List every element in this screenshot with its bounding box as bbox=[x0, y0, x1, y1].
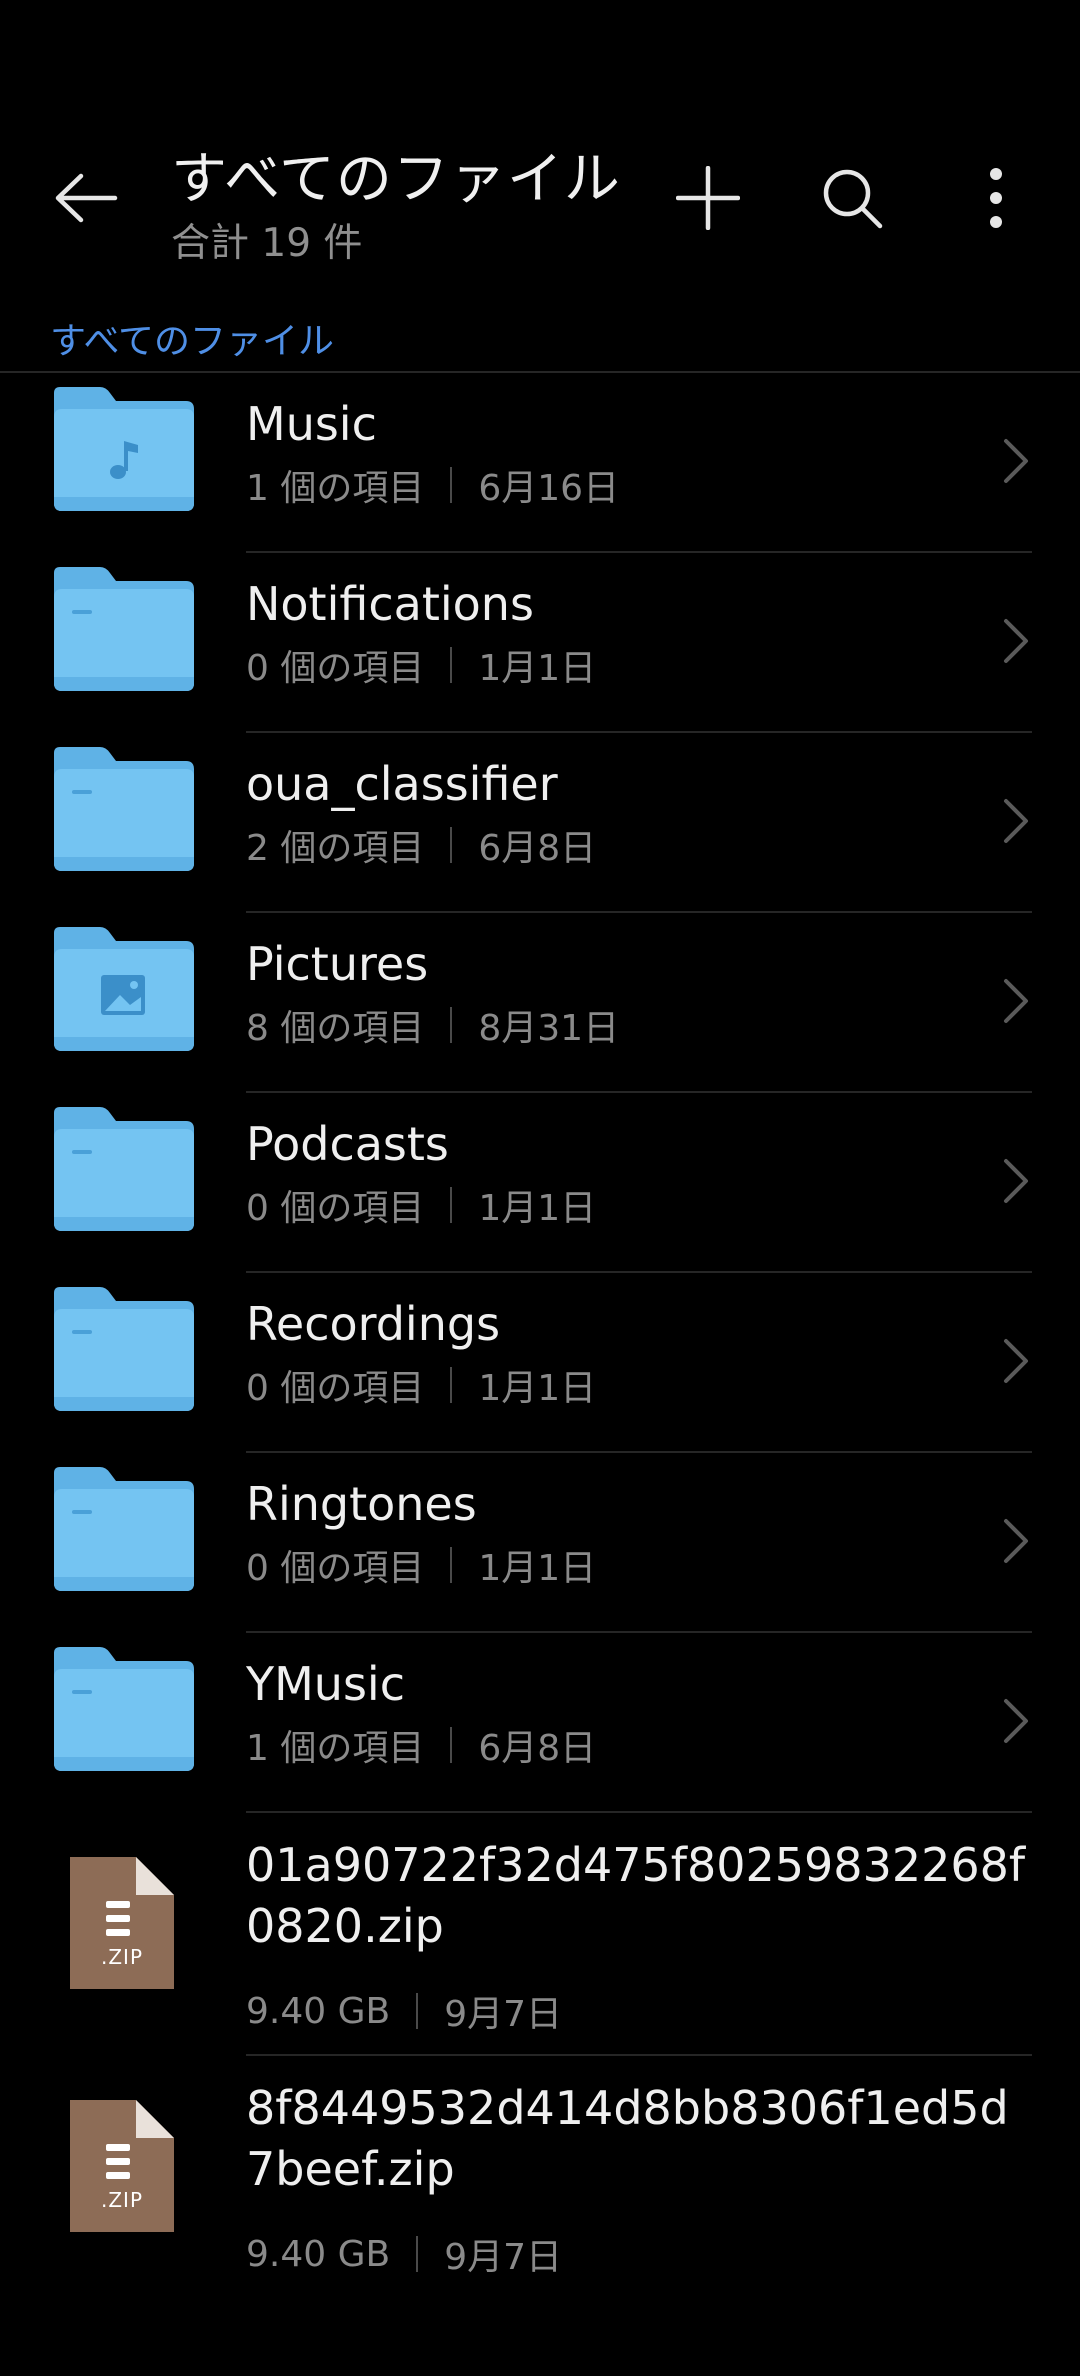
meta-separator bbox=[416, 1993, 419, 2029]
add-button[interactable] bbox=[660, 150, 756, 246]
modified-date: 1月1日 bbox=[478, 648, 597, 689]
item-name: Ringtones bbox=[246, 1477, 477, 1531]
item-name: 01a90722f32d475f80259832268f0820.zip bbox=[246, 1838, 1026, 1953]
app-header: すべてのファイル 合計 19 件 bbox=[0, 0, 1080, 300]
chevron-right-icon bbox=[996, 1153, 1036, 1209]
breadcrumb[interactable]: すべてのファイル bbox=[50, 312, 334, 364]
file-size: 9.40 GB bbox=[246, 1990, 391, 2032]
item-name: Pictures bbox=[246, 937, 429, 991]
folder-icon bbox=[48, 1285, 198, 1415]
item-meta: 1 個の項目 6月8日 bbox=[246, 1719, 596, 1771]
more-vertical-icon bbox=[990, 168, 1002, 228]
item-meta: 2 個の項目 6月8日 bbox=[246, 819, 596, 871]
item-count: 1 個の項目 bbox=[246, 468, 425, 509]
page-title: すべてのファイル bbox=[171, 147, 621, 212]
folder-row[interactable]: Recordings 0 個の項目 1月1日 bbox=[0, 1273, 1080, 1453]
item-count: 0 個の項目 bbox=[246, 1188, 425, 1229]
folder-row[interactable]: Ringtones 0 個の項目 1月1日 bbox=[0, 1453, 1080, 1633]
back-button[interactable] bbox=[38, 150, 134, 246]
folder-row[interactable]: Music 1 個の項目 6月16日 bbox=[0, 373, 1080, 553]
file-row[interactable]: .ZIP 01a90722f32d475f80259832268f0820.zip… bbox=[0, 1813, 1080, 2056]
chevron-right-icon bbox=[996, 793, 1036, 849]
modified-date: 8月31日 bbox=[478, 1008, 620, 1049]
zip-file-icon: .ZIP bbox=[66, 2096, 178, 2236]
item-name: YMusic bbox=[246, 1657, 405, 1711]
chevron-right-icon bbox=[996, 973, 1036, 1029]
item-total-count: 合計 19 件 bbox=[171, 221, 363, 266]
modified-date: 9月7日 bbox=[444, 2237, 563, 2278]
item-name: Podcasts bbox=[246, 1117, 449, 1171]
item-meta: 1 個の項目 6月16日 bbox=[246, 459, 619, 511]
item-meta: 9.40 GB 9月7日 bbox=[246, 2228, 562, 2280]
meta-separator bbox=[450, 1727, 453, 1763]
pictures-folder-icon bbox=[48, 925, 198, 1055]
meta-separator bbox=[450, 1367, 453, 1403]
item-meta: 8 個の項目 8月31日 bbox=[246, 999, 619, 1051]
meta-separator bbox=[416, 2236, 419, 2272]
modified-date: 9月7日 bbox=[444, 1994, 563, 2035]
file-row[interactable]: .ZIP 8f8449532d414d8bb8306f1ed5d7beef.zip… bbox=[0, 2056, 1080, 2299]
more-options-button[interactable] bbox=[948, 150, 1044, 246]
folder-icon bbox=[48, 565, 198, 695]
chevron-right-icon bbox=[996, 1333, 1036, 1389]
meta-separator bbox=[450, 647, 453, 683]
modified-date: 1月1日 bbox=[478, 1188, 597, 1229]
item-meta: 0 個の項目 1月1日 bbox=[246, 1359, 596, 1411]
chevron-right-icon bbox=[996, 433, 1036, 489]
item-count: 0 個の項目 bbox=[246, 648, 425, 689]
modified-date: 1月1日 bbox=[478, 1368, 597, 1409]
search-icon bbox=[823, 169, 883, 229]
modified-date: 6月8日 bbox=[478, 1728, 597, 1769]
item-meta: 0 個の項目 1月1日 bbox=[246, 1179, 596, 1231]
modified-date: 6月16日 bbox=[478, 468, 620, 509]
folder-row[interactable]: Notifications 0 個の項目 1月1日 bbox=[0, 553, 1080, 733]
meta-separator bbox=[450, 827, 453, 863]
item-name: Notifications bbox=[246, 577, 534, 631]
file-list: Music 1 個の項目 6月16日 Notifications 0 個の項目 1月1日 o… bbox=[0, 373, 1080, 2299]
folder-icon bbox=[48, 1465, 198, 1595]
zip-file-icon: .ZIP bbox=[66, 1853, 178, 1993]
folder-row[interactable]: Podcasts 0 個の項目 1月1日 bbox=[0, 1093, 1080, 1273]
item-meta: 0 個の項目 1月1日 bbox=[246, 1539, 596, 1591]
modified-date: 1月1日 bbox=[478, 1548, 597, 1589]
item-count: 0 個の項目 bbox=[246, 1548, 425, 1589]
file-size: 9.40 GB bbox=[246, 2233, 391, 2275]
chevron-right-icon bbox=[996, 1693, 1036, 1749]
modified-date: 6月8日 bbox=[478, 828, 597, 869]
item-count: 2 個の項目 bbox=[246, 828, 425, 869]
item-name: Recordings bbox=[246, 1297, 501, 1351]
item-meta: 9.40 GB 9月7日 bbox=[246, 1985, 562, 2037]
zip-icon-label: .ZIP bbox=[100, 2188, 144, 2212]
folder-row[interactable]: Pictures 8 個の項目 8月31日 bbox=[0, 913, 1080, 1093]
chevron-right-icon bbox=[996, 613, 1036, 669]
meta-separator bbox=[450, 467, 453, 503]
item-meta: 0 個の項目 1月1日 bbox=[246, 639, 596, 691]
item-name: oua_classifier bbox=[246, 757, 558, 811]
folder-icon bbox=[48, 1105, 198, 1235]
folder-icon bbox=[48, 1645, 198, 1775]
item-name: Music bbox=[246, 397, 377, 451]
arrow-left-icon bbox=[55, 173, 118, 223]
search-button[interactable] bbox=[804, 150, 900, 246]
folder-icon bbox=[48, 745, 198, 875]
music-folder-icon bbox=[48, 385, 198, 515]
item-count: 8 個の項目 bbox=[246, 1008, 425, 1049]
folder-row[interactable]: YMusic 1 個の項目 6月8日 bbox=[0, 1633, 1080, 1813]
meta-separator bbox=[450, 1187, 453, 1223]
item-count: 0 個の項目 bbox=[246, 1368, 425, 1409]
meta-separator bbox=[450, 1007, 453, 1043]
plus-icon bbox=[676, 166, 740, 230]
chevron-right-icon bbox=[996, 1513, 1036, 1569]
zip-icon-label: .ZIP bbox=[100, 1945, 144, 1969]
meta-separator bbox=[450, 1547, 453, 1583]
item-count: 1 個の項目 bbox=[246, 1728, 425, 1769]
item-name: 8f8449532d414d8bb8306f1ed5d7beef.zip bbox=[246, 2081, 1009, 2196]
folder-row[interactable]: oua_classifier 2 個の項目 6月8日 bbox=[0, 733, 1080, 913]
